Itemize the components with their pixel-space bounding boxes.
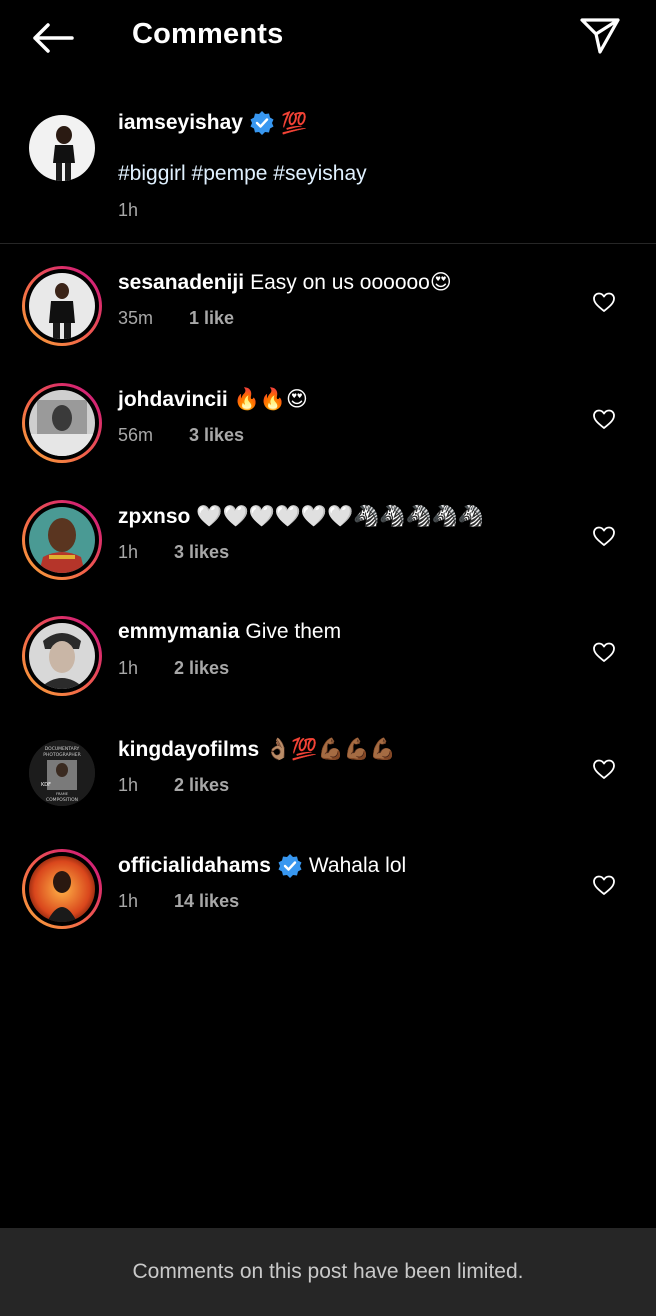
comment-item: sesanadeniji Easy on us oooooo😍 35m 1 li… bbox=[0, 262, 656, 362]
page-title: Comments bbox=[132, 18, 284, 50]
avatar bbox=[29, 390, 95, 456]
avatar[interactable]: DOCUMENTARY PHOTOGRAPHER KDF FRAME COMPO… bbox=[29, 740, 95, 806]
comment-meta: 1h 14 likes bbox=[118, 891, 239, 912]
comment-username[interactable]: zpxnso bbox=[118, 505, 190, 529]
comment-text: Wahala lol bbox=[308, 854, 407, 877]
comment-likes[interactable]: 3 likes bbox=[174, 542, 229, 563]
avatar-text-line: PHOTOGRAPHER bbox=[43, 752, 81, 758]
comment-username[interactable]: johdavincii bbox=[118, 388, 228, 412]
heart-outline-icon[interactable] bbox=[592, 524, 616, 548]
comment-username[interactable]: emmymania bbox=[118, 620, 239, 644]
comment-likes[interactable]: 3 likes bbox=[189, 425, 244, 446]
comment-time: 1h bbox=[118, 891, 139, 911]
comment-time: 56m bbox=[118, 425, 154, 445]
post-caption: iamseyishay 💯 #biggirl #pempe #seyishay … bbox=[0, 100, 656, 244]
comment-likes[interactable]: 2 likes bbox=[174, 775, 229, 796]
back-button[interactable] bbox=[26, 16, 78, 60]
comment-meta: 56m 3 likes bbox=[118, 425, 244, 446]
arrow-left-icon bbox=[33, 23, 74, 53]
comment-time: 35m bbox=[118, 308, 154, 328]
comment-time: 1h bbox=[118, 658, 139, 678]
avatar bbox=[29, 507, 95, 573]
comment-meta: 1h 3 likes bbox=[118, 542, 229, 563]
avatar-story-ring[interactable] bbox=[22, 849, 102, 929]
avatar-text-line: DOCUMENTARY bbox=[45, 746, 80, 752]
comment-username[interactable]: sesanadeniji bbox=[118, 271, 244, 295]
caption-meta: 1h bbox=[118, 200, 138, 221]
caption-hashtags[interactable]: #biggirl #pempe #seyishay bbox=[118, 162, 367, 186]
avatar bbox=[29, 856, 95, 922]
caption-username[interactable]: iamseyishay bbox=[118, 111, 243, 135]
comment-item: DOCUMENTARY PHOTOGRAPHER KDF FRAME COMPO… bbox=[0, 729, 656, 829]
comment-item: johdavincii 🔥🔥😍 56m 3 likes bbox=[0, 379, 656, 479]
comment-likes[interactable]: 1 like bbox=[189, 308, 234, 329]
comment-meta: 1h 2 likes bbox=[118, 658, 229, 679]
comment-meta: 35m 1 like bbox=[118, 308, 234, 329]
comment-item: zpxnso 🤍🤍🤍🤍🤍🤍🦓🦓🦓🦓🦓 1h 3 likes bbox=[0, 496, 656, 596]
comment-time: 1h bbox=[118, 542, 139, 562]
avatar-text-line: COMPOSITION bbox=[46, 797, 78, 803]
heart-outline-icon[interactable] bbox=[592, 757, 616, 781]
avatar-text-line: KDF bbox=[41, 782, 51, 788]
comment-item: officialidahams Wahala lol 1h 14 likes bbox=[0, 845, 656, 945]
verified-badge-icon bbox=[250, 111, 274, 135]
comments-limited-text: Comments on this post have been limited. bbox=[132, 1260, 524, 1283]
avatar-story-ring[interactable] bbox=[22, 383, 102, 463]
avatar-story-ring[interactable] bbox=[22, 500, 102, 580]
avatar[interactable] bbox=[29, 115, 95, 181]
comment-text: 🔥🔥😍 bbox=[233, 387, 308, 411]
comment-text: 👌🏽💯💪🏾💪🏾💪🏾 bbox=[265, 737, 396, 761]
caption-header: iamseyishay 💯 bbox=[118, 110, 307, 136]
comment-username[interactable]: kingdayofilms bbox=[118, 738, 259, 762]
comment-likes[interactable]: 2 likes bbox=[174, 658, 229, 679]
caption-time: 1h bbox=[118, 200, 139, 220]
top-bar: Comments bbox=[0, 0, 656, 76]
heart-outline-icon[interactable] bbox=[592, 290, 616, 314]
comment-item: emmymania Give them 1h 2 likes bbox=[0, 612, 656, 712]
comment-meta: 1h 2 likes bbox=[118, 775, 229, 796]
heart-outline-icon[interactable] bbox=[592, 640, 616, 664]
verified-badge-icon bbox=[278, 854, 302, 878]
avatar bbox=[29, 623, 95, 689]
heart-outline-icon[interactable] bbox=[592, 407, 616, 431]
avatar-text-line: FRAME bbox=[56, 792, 68, 796]
avatar bbox=[29, 273, 95, 339]
comment-time: 1h bbox=[118, 775, 139, 795]
comments-limited-banner: Comments on this post have been limited. bbox=[0, 1228, 656, 1316]
heart-outline-icon[interactable] bbox=[592, 873, 616, 897]
comment-username[interactable]: officialidahams bbox=[118, 854, 271, 878]
avatar-story-ring[interactable] bbox=[22, 616, 102, 696]
caption-emoji: 💯 bbox=[280, 110, 308, 135]
comment-text: Easy on us oooooo😍 bbox=[250, 271, 452, 294]
comment-likes[interactable]: 14 likes bbox=[174, 891, 239, 912]
avatar-story-ring[interactable] bbox=[22, 266, 102, 346]
paper-plane-icon bbox=[580, 18, 620, 54]
comment-text: 🤍🤍🤍🤍🤍🤍🦓🦓🦓🦓🦓 bbox=[196, 504, 484, 528]
share-button[interactable] bbox=[576, 12, 624, 60]
comment-text: Give them bbox=[245, 620, 342, 643]
